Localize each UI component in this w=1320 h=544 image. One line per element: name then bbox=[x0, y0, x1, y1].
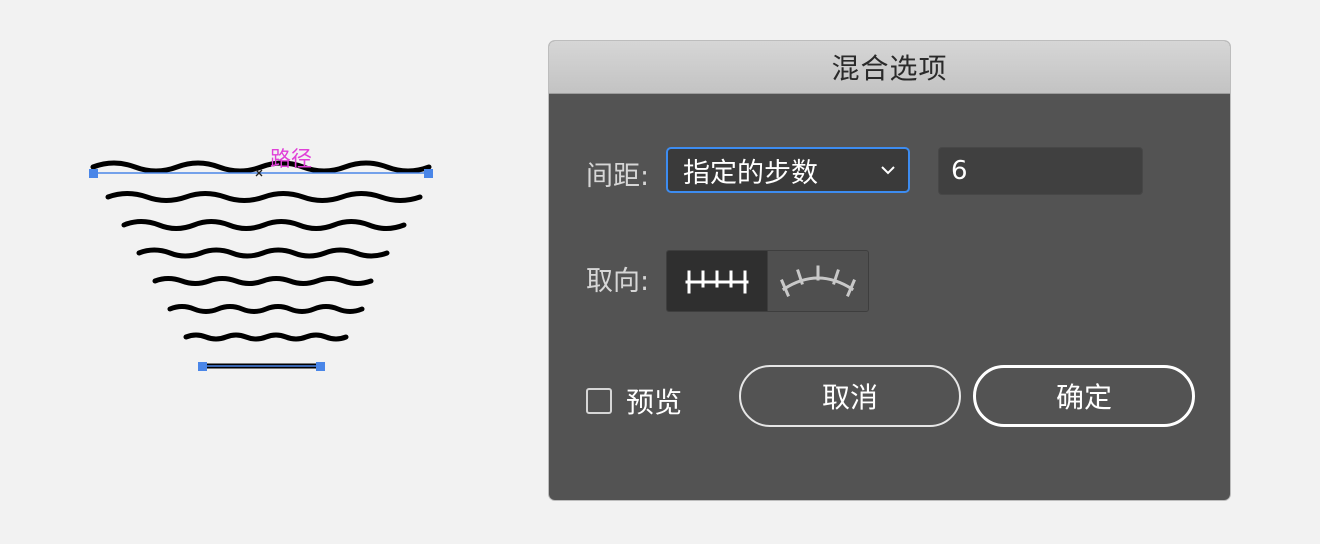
dialog-titlebar[interactable]: 混合选项 bbox=[549, 41, 1230, 94]
blend-options-dialog: 混合选项 间距: 指定的步数 6 取向: 预览 取消 确定 bbox=[549, 41, 1230, 500]
artboard: 路径 bbox=[0, 0, 540, 540]
anchor-point[interactable] bbox=[89, 169, 98, 178]
wave-line bbox=[167, 304, 365, 314]
orientation-label: 取向: bbox=[586, 266, 650, 297]
blend-artwork bbox=[89, 160, 433, 371]
wave-line bbox=[152, 276, 374, 286]
ok-button[interactable]: 确定 bbox=[973, 365, 1195, 427]
preview-label: 预览 bbox=[626, 386, 683, 419]
anchor-point[interactable] bbox=[198, 362, 207, 371]
cancel-button[interactable]: 取消 bbox=[739, 365, 961, 427]
wave-line bbox=[90, 160, 432, 174]
dialog-title: 混合选项 bbox=[831, 52, 948, 85]
chevron-down-icon bbox=[868, 149, 908, 191]
anchor-point[interactable] bbox=[424, 169, 433, 178]
spacing-select-value: 指定的步数 bbox=[683, 157, 818, 189]
anchor-point[interactable] bbox=[316, 362, 325, 371]
align-to-path-button[interactable] bbox=[767, 251, 868, 311]
path-hover-label: 路径 bbox=[270, 147, 312, 171]
align-to-page-icon bbox=[685, 270, 749, 294]
wave-line bbox=[136, 247, 390, 259]
steps-input[interactable]: 6 bbox=[938, 147, 1143, 195]
align-to-page-button[interactable] bbox=[667, 251, 767, 311]
wave-line bbox=[183, 332, 349, 342]
spacing-select[interactable]: 指定的步数 bbox=[666, 147, 910, 193]
align-to-path-icon bbox=[780, 265, 856, 297]
wave-line bbox=[105, 191, 423, 203]
spacing-label: 间距: bbox=[586, 161, 650, 192]
orientation-toggle-group bbox=[666, 250, 869, 312]
preview-option[interactable]: 预览 bbox=[586, 381, 682, 421]
preview-checkbox[interactable] bbox=[586, 388, 612, 414]
wave-line bbox=[121, 219, 407, 231]
